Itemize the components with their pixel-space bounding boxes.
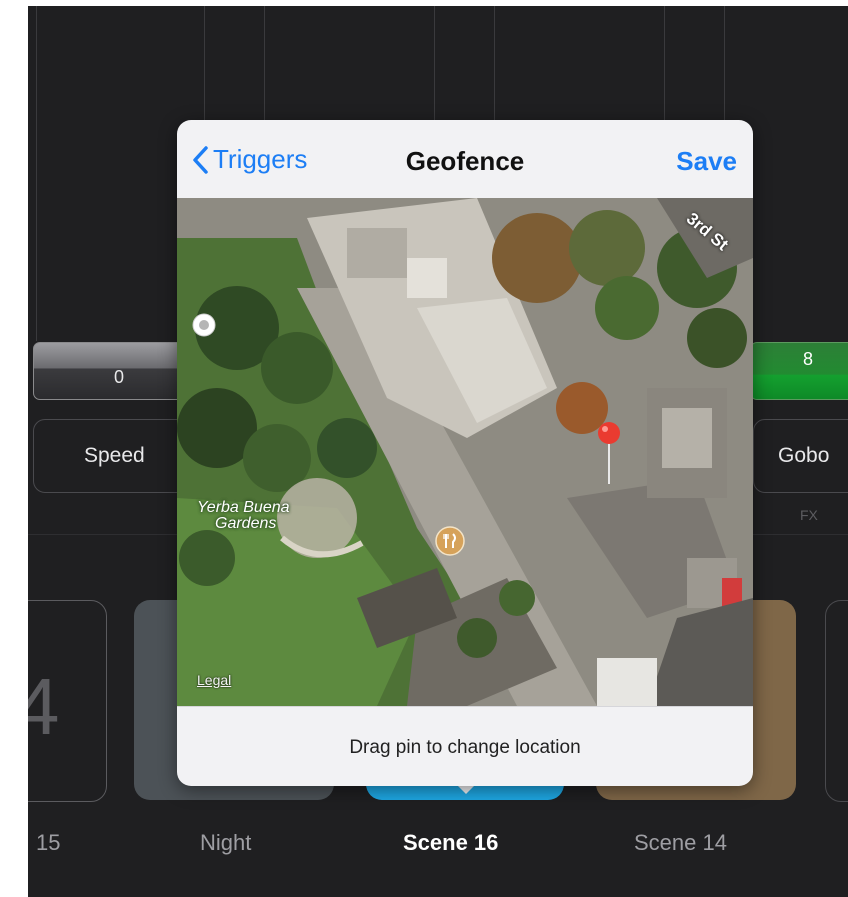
map-place-label-line1: Yerba Buena	[197, 499, 290, 516]
legal-link[interactable]: Legal	[197, 672, 231, 688]
footer-hint: Drag pin to change location	[349, 737, 581, 758]
scene-label-scene14: Scene 14	[634, 830, 727, 855]
gobo-label: Gobo	[778, 444, 830, 467]
gobo-button[interactable]: Gobo	[753, 419, 848, 493]
scene-label-scene16: Scene 16	[403, 830, 499, 855]
user-location-icon	[192, 313, 216, 337]
speed-label: Speed	[84, 444, 145, 467]
restaurant-icon[interactable]	[435, 526, 465, 556]
scene-tile-next[interactable]	[825, 600, 848, 802]
scene-tile-number: 4	[28, 662, 60, 751]
geofence-popover: Triggers Geofence Save Yerba Buena Garde…	[177, 120, 753, 786]
gobo-slider-value: 8	[803, 349, 814, 369]
location-pin-icon[interactable]	[596, 420, 622, 486]
gobo-slider[interactable]: 8	[750, 342, 848, 400]
grid-line	[36, 6, 37, 341]
scene-label-15: 15	[36, 830, 61, 855]
popover-footer: Drag pin to change location	[177, 706, 753, 786]
page-title: Geofence	[405, 146, 525, 176]
speed-slider-value: 0	[114, 367, 125, 387]
scene-tile-15[interactable]: 4	[28, 600, 107, 802]
satellite-map[interactable]: Yerba Buena Gardens 3rd St Legal	[177, 198, 753, 706]
map-imagery	[177, 198, 753, 706]
nav-bar: Triggers Geofence Save	[177, 120, 753, 198]
map-place-label-line2: Gardens	[215, 515, 277, 532]
scene-label-night: Night	[200, 830, 252, 855]
save-button[interactable]: Save	[676, 146, 737, 177]
fx-label: FX	[800, 507, 818, 523]
